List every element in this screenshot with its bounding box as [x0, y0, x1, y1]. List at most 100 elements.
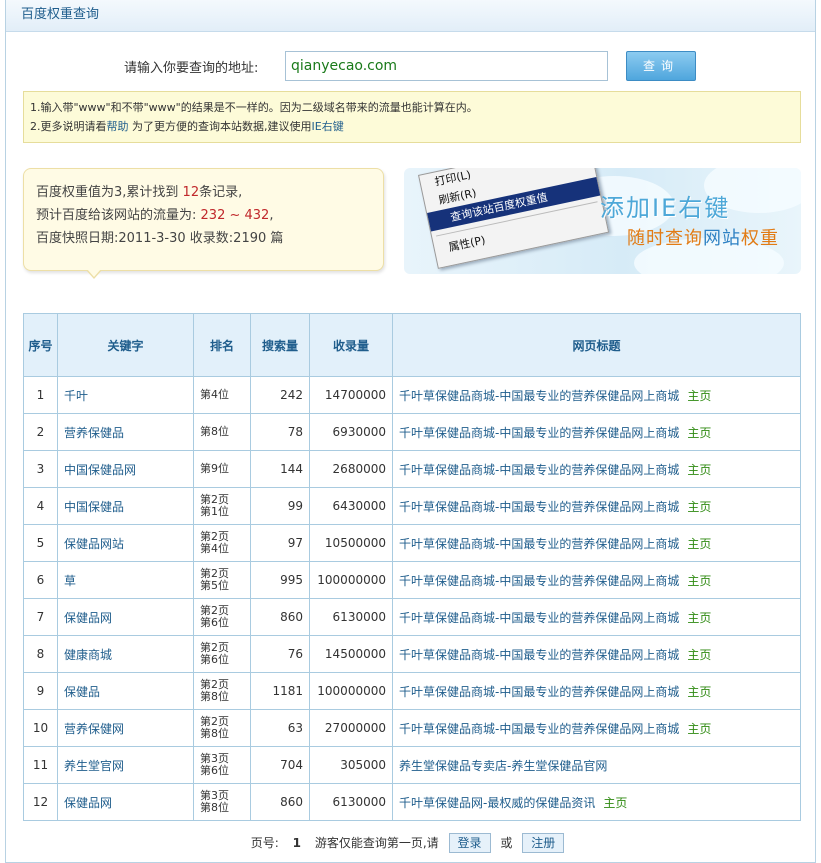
keyword-link[interactable]: 保健品网: [64, 796, 112, 810]
indexed-count-cell: 6130000: [309, 783, 393, 821]
row-number: 7: [23, 598, 58, 636]
page-title-cell: 千叶草保健品商城-中国最专业的营养保健品网上商城 主页: [392, 376, 801, 414]
home-link[interactable]: 主页: [687, 389, 711, 403]
keyword-cell: 保健品网站: [57, 524, 194, 562]
search-volume-cell: 704: [250, 746, 310, 784]
help-link[interactable]: 帮助: [107, 120, 129, 133]
ie-context-link[interactable]: IE右键: [312, 120, 344, 133]
keyword-link[interactable]: 营养保健网: [64, 722, 124, 736]
indexed-count-cell: 27000000: [309, 709, 393, 747]
page-title-cell: 千叶草保健品商城-中国最专业的营养保健品网上商城 主页: [392, 709, 801, 747]
row-number: 11: [23, 746, 58, 784]
page-title-link[interactable]: 养生堂保健品专卖店-养生堂保健品官网: [399, 759, 607, 773]
table-row: 11 养生堂官网 第3页 第6位 704 305000 养生堂保健品专卖店-养生堂保健品官网: [23, 746, 801, 784]
register-button[interactable]: 注册: [522, 833, 565, 853]
login-button[interactable]: 登录: [448, 833, 491, 853]
col-header-indexed: 收录量: [309, 313, 393, 377]
row-number: 3: [23, 450, 58, 488]
page-title-link[interactable]: 千叶草保健品商城-中国最专业的营养保健品网上商城: [399, 463, 679, 477]
keyword-link[interactable]: 营养保健品: [64, 426, 124, 440]
keyword-cell: 草: [57, 561, 194, 599]
page-title-link[interactable]: 千叶草保健品商城-中国最专业的营养保健品网上商城: [399, 500, 679, 514]
search-volume-cell: 860: [250, 598, 310, 636]
page-title-cell: 千叶草保健品商城-中国最专业的营养保健品网上商城 主页: [392, 672, 801, 710]
query-button[interactable]: 查询: [626, 51, 696, 81]
page-title-cell: 千叶草保健品商城-中国最专业的营养保健品网上商城 主页: [392, 450, 801, 488]
home-link[interactable]: 主页: [687, 500, 711, 514]
keyword-link[interactable]: 中国保健品网: [64, 463, 136, 477]
table-header-row: 序号 关键字 排名 搜索量 收录量 网页标题: [23, 313, 801, 377]
row-number: 2: [23, 413, 58, 451]
search-volume-cell: 78: [250, 413, 310, 451]
query-form: 请输入你要查询的地址: 查询: [6, 50, 815, 82]
table-row: 1 千叶 第4位 242 14700000 千叶草保健品商城-中国最专业的营养保健品网上商…: [23, 376, 801, 414]
traffic-value: 232 ~ 432: [200, 208, 270, 223]
search-volume-cell: 242: [250, 376, 310, 414]
search-volume-cell: 76: [250, 635, 310, 673]
row-number: 5: [23, 524, 58, 562]
keyword-cell: 中国保健品网: [57, 450, 194, 488]
keyword-link[interactable]: 草: [64, 574, 76, 588]
col-header-no: 序号: [23, 313, 58, 377]
table-row: 7 保健品网 第2页 第6位 860 6130000 千叶草保健品商城-中国最专业的营养保健…: [23, 598, 801, 636]
keyword-link[interactable]: 保健品网: [64, 611, 112, 625]
table-row: 12 保健品网 第3页 第8位 860 6130000 千叶草保健品网-最权威的保健品资讯主…: [23, 783, 801, 821]
query-label: 请输入你要查询的地址:: [124, 61, 259, 76]
home-link[interactable]: 主页: [687, 611, 711, 625]
page-title-link[interactable]: 千叶草保健品商城-中国最专业的营养保健品网上商城: [399, 537, 679, 551]
col-header-title: 网页标题: [392, 313, 801, 377]
search-volume-cell: 144: [250, 450, 310, 488]
rank-cell: 第2页 第8位: [193, 709, 251, 747]
home-link[interactable]: 主页: [687, 537, 711, 551]
keyword-cell: 保健品: [57, 672, 194, 710]
page-title-link[interactable]: 千叶草保健品商城-中国最专业的营养保健品网上商城: [399, 648, 679, 662]
page-title-link[interactable]: 千叶草保健品商城-中国最专业的营养保健品网上商城: [399, 611, 679, 625]
home-link[interactable]: 主页: [687, 685, 711, 699]
summary-bubble: 百度权重值为3,累计找到 12条记录, 预计百度给该网站的流量为: 232 ~ …: [23, 168, 384, 271]
rank-cell: 第2页 第1位: [193, 487, 251, 525]
page-title-cell: 千叶草保健品商城-中国最专业的营养保健品网上商城 主页: [392, 413, 801, 451]
page-title-cell: 千叶草保健品网-最权威的保健品资讯 主页: [392, 783, 801, 821]
home-link[interactable]: 主页: [687, 722, 711, 736]
keyword-link[interactable]: 保健品: [64, 685, 100, 699]
page-title-link[interactable]: 千叶草保健品商城-中国最专业的营养保健品网上商城: [399, 685, 679, 699]
row-number: 8: [23, 635, 58, 673]
keyword-link[interactable]: 健康商城: [64, 648, 112, 662]
keyword-link[interactable]: 千叶: [64, 389, 88, 403]
page-title-link[interactable]: 千叶草保健品网-最权威的保健品资讯: [399, 796, 595, 810]
col-header-rank: 排名: [193, 313, 251, 377]
keyword-link[interactable]: 养生堂官网: [64, 759, 124, 773]
search-volume-cell: 995: [250, 561, 310, 599]
indexed-count-cell: 14700000: [309, 376, 393, 414]
table-row: 3 中国保健品网 第9位 144 2680000 千叶草保健品商城-中国最专业的营养保健品…: [23, 450, 801, 488]
row-number: 10: [23, 709, 58, 747]
home-link[interactable]: 主页: [687, 426, 711, 440]
url-input[interactable]: [285, 51, 608, 81]
home-link[interactable]: 主页: [687, 648, 711, 662]
ie-menu-banner[interactable]: 打印(L) 刷新(R) 查询该站百度权重值 属性(P) 添加IE右键 随时查询网…: [404, 168, 801, 274]
snapshot-summary: 百度快照日期:2011-3-30 收录数:2190 篇: [36, 231, 284, 246]
row-number: 1: [23, 376, 58, 414]
keyword-cell: 千叶: [57, 376, 194, 414]
col-header-search: 搜索量: [250, 313, 310, 377]
indexed-count-cell: 2680000: [309, 450, 393, 488]
page-title-link[interactable]: 千叶草保健品商城-中国最专业的营养保健品网上商城: [399, 426, 679, 440]
home-link[interactable]: 主页: [603, 796, 627, 810]
row-number: 4: [23, 487, 58, 525]
table-row: 9 保健品 第2页 第8位 1181 100000000 千叶草保健品商城-中国最专业的营养…: [23, 672, 801, 710]
keyword-cell: 保健品网: [57, 598, 194, 636]
page-title-cell: 千叶草保健品商城-中国最专业的营养保健品网上商城 主页: [392, 524, 801, 562]
keyword-link[interactable]: 保健品网站: [64, 537, 124, 551]
context-menu-illustration: 打印(L) 刷新(R) 查询该站百度权重值 属性(P): [418, 168, 610, 269]
page-title-link[interactable]: 千叶草保健品商城-中国最专业的营养保健品网上商城: [399, 722, 679, 736]
table-row: 2 营养保健品 第8位 78 6930000 千叶草保健品商城-中国最专业的营养保健品网上…: [23, 413, 801, 451]
home-link[interactable]: 主页: [687, 574, 711, 588]
page-title-link[interactable]: 千叶草保健品商城-中国最专业的营养保健品网上商城: [399, 574, 679, 588]
search-volume-cell: 63: [250, 709, 310, 747]
pager: 页号: 1 游客仅能查询第一页,请 登录 或 注册: [6, 833, 815, 853]
home-link[interactable]: 主页: [687, 463, 711, 477]
keyword-link[interactable]: 中国保健品: [64, 500, 124, 514]
rank-cell: 第8位: [193, 413, 251, 451]
page-title-cell: 养生堂保健品专卖店-养生堂保健品官网: [392, 746, 801, 784]
page-title-link[interactable]: 千叶草保健品商城-中国最专业的营养保健品网上商城: [399, 389, 679, 403]
